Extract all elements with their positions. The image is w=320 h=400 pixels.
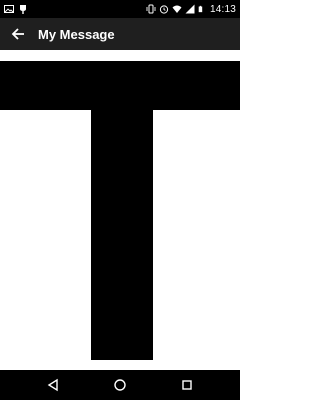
- app-bar: My Message: [0, 18, 240, 50]
- letter-t-graphic: [0, 61, 240, 360]
- navigation-bar: [0, 370, 240, 400]
- back-button[interactable]: [0, 18, 36, 50]
- alarm-icon: [159, 5, 169, 14]
- home-circle-icon: [114, 379, 126, 391]
- status-bar: 14:13: [0, 0, 240, 18]
- wifi-icon: [172, 5, 182, 13]
- phone-screen: 14:13 My Message: [0, 0, 240, 400]
- nav-back-button[interactable]: [39, 371, 67, 399]
- recents-square-icon: [181, 380, 192, 390]
- arrow-back-icon: [11, 28, 24, 40]
- status-time: 14:13: [209, 3, 236, 15]
- status-right-icons: 14:13: [146, 4, 236, 15]
- page-title: My Message: [38, 26, 115, 42]
- message-content: [0, 50, 240, 370]
- letter-t-crossbar: [0, 61, 240, 110]
- status-left-icons: [4, 4, 28, 14]
- vibrate-icon: [146, 4, 156, 14]
- notification-icon: [20, 5, 26, 14]
- letter-t-stem: [91, 110, 153, 360]
- battery-icon: [198, 5, 203, 13]
- image-icon: [4, 5, 14, 13]
- nav-home-button[interactable]: [106, 371, 134, 399]
- signal-icon: [185, 4, 195, 14]
- nav-recents-button[interactable]: [173, 371, 201, 399]
- back-triangle-icon: [48, 378, 59, 392]
